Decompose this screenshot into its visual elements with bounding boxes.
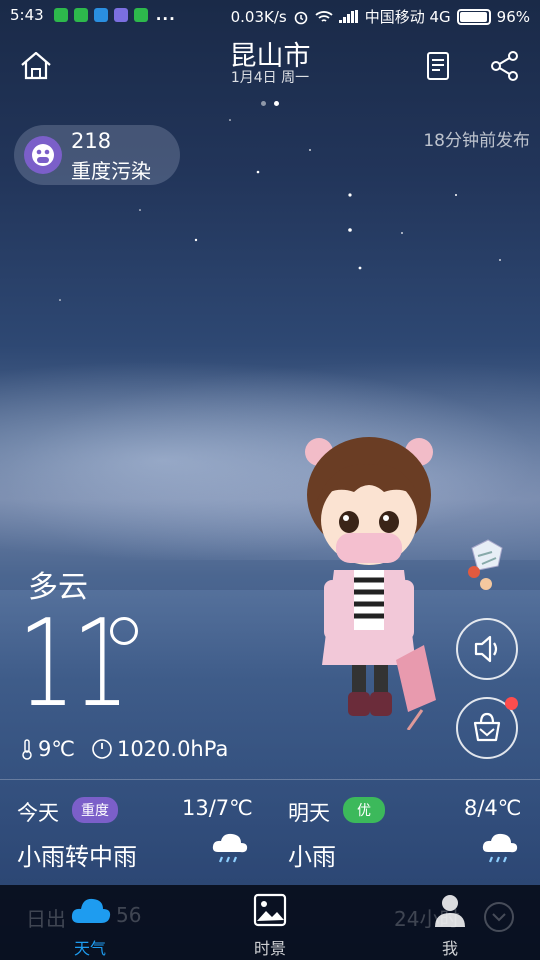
share-icon	[491, 51, 518, 81]
page-indicator	[0, 91, 540, 110]
current-metrics: 9℃ 1020.0hPa	[20, 737, 244, 761]
status-bar: 5:43 ... 0.03K/s 中国移动 4G 96%	[0, 0, 540, 30]
signal-icon	[338, 10, 358, 23]
battery-percent: 96%	[496, 7, 530, 26]
photo-icon	[253, 893, 287, 927]
cloud-band	[0, 360, 540, 560]
more-notifications: ...	[155, 6, 176, 24]
battery-icon	[456, 8, 491, 25]
tab-scenes[interactable]: 时景	[220, 885, 320, 960]
notification-app-icon	[93, 8, 108, 22]
rain-cloud-icon	[212, 833, 248, 863]
notification-dot	[505, 697, 518, 710]
aqi-label: 重度污染	[71, 159, 151, 183]
cartoon-character[interactable]	[284, 430, 454, 730]
bottom-nav: 日出 56 24小时 天气 时景 我	[0, 885, 540, 960]
aqi-tag: 重度	[72, 797, 118, 823]
notification-app-icon	[133, 8, 148, 22]
weather-sticker-icon[interactable]	[462, 536, 510, 596]
feels-like-value: 9℃	[38, 737, 75, 761]
aqi-value: 218	[71, 129, 112, 153]
aqi-pill[interactable]: 218 重度污染	[14, 125, 180, 185]
header: 昆山市 1月4日 周一	[0, 30, 540, 106]
page-dot	[261, 101, 266, 106]
pressure: 1020.0hPa	[91, 737, 228, 761]
date-label: 1月4日 周一	[230, 70, 310, 86]
net-speed: 0.03K/s	[230, 7, 287, 26]
notification-app-icon	[53, 8, 68, 22]
published-time: 18分钟前发布	[423, 131, 530, 151]
carrier-label: 中国移动 4G	[364, 8, 451, 26]
share-button[interactable]	[487, 48, 523, 84]
cloud-icon	[71, 898, 111, 923]
dressing-button[interactable]	[456, 697, 518, 759]
wifi-icon	[315, 10, 333, 22]
voice-broadcast-button[interactable]	[456, 618, 518, 680]
pressure-value: 1020.0hPa	[116, 737, 229, 761]
feels-like: 9℃	[20, 737, 75, 761]
rain-cloud-icon	[482, 833, 518, 863]
forecast-today[interactable]: 今天 重度 13/7℃ 小雨转中雨	[0, 780, 270, 885]
temp-range: 13/7℃	[182, 796, 253, 820]
degree-symbol	[110, 617, 138, 645]
forecast-desc: 小雨	[288, 843, 336, 871]
forecast-desc: 小雨转中雨	[17, 843, 137, 871]
alarm-icon	[294, 11, 308, 24]
forecast-day: 明天	[288, 801, 330, 825]
speaker-icon	[474, 635, 498, 663]
forecast-day: 今天	[17, 801, 59, 825]
document-icon	[427, 52, 449, 80]
tab-scenes-label: 时景	[253, 939, 286, 958]
news-button[interactable]	[420, 48, 456, 84]
notification-app-icon	[113, 8, 128, 22]
tab-me-label: 我	[441, 939, 458, 958]
tab-weather-label: 天气	[73, 939, 106, 958]
mask-icon	[24, 136, 62, 174]
forecast-tomorrow[interactable]: 明天 优 8/4℃ 小雨	[270, 780, 540, 885]
thermometer-icon	[22, 739, 32, 760]
tab-weather[interactable]: 天气	[40, 885, 140, 960]
page-dot-active	[274, 101, 279, 106]
tab-me[interactable]: 我	[400, 885, 500, 960]
temp-range: 8/4℃	[464, 796, 522, 820]
wechat-icon	[73, 8, 88, 22]
aqi-tag: 优	[343, 797, 385, 823]
current-temperature: 11	[18, 595, 130, 734]
gauge-icon	[92, 739, 112, 759]
person-icon	[435, 895, 465, 927]
status-time: 5:43	[10, 6, 44, 24]
